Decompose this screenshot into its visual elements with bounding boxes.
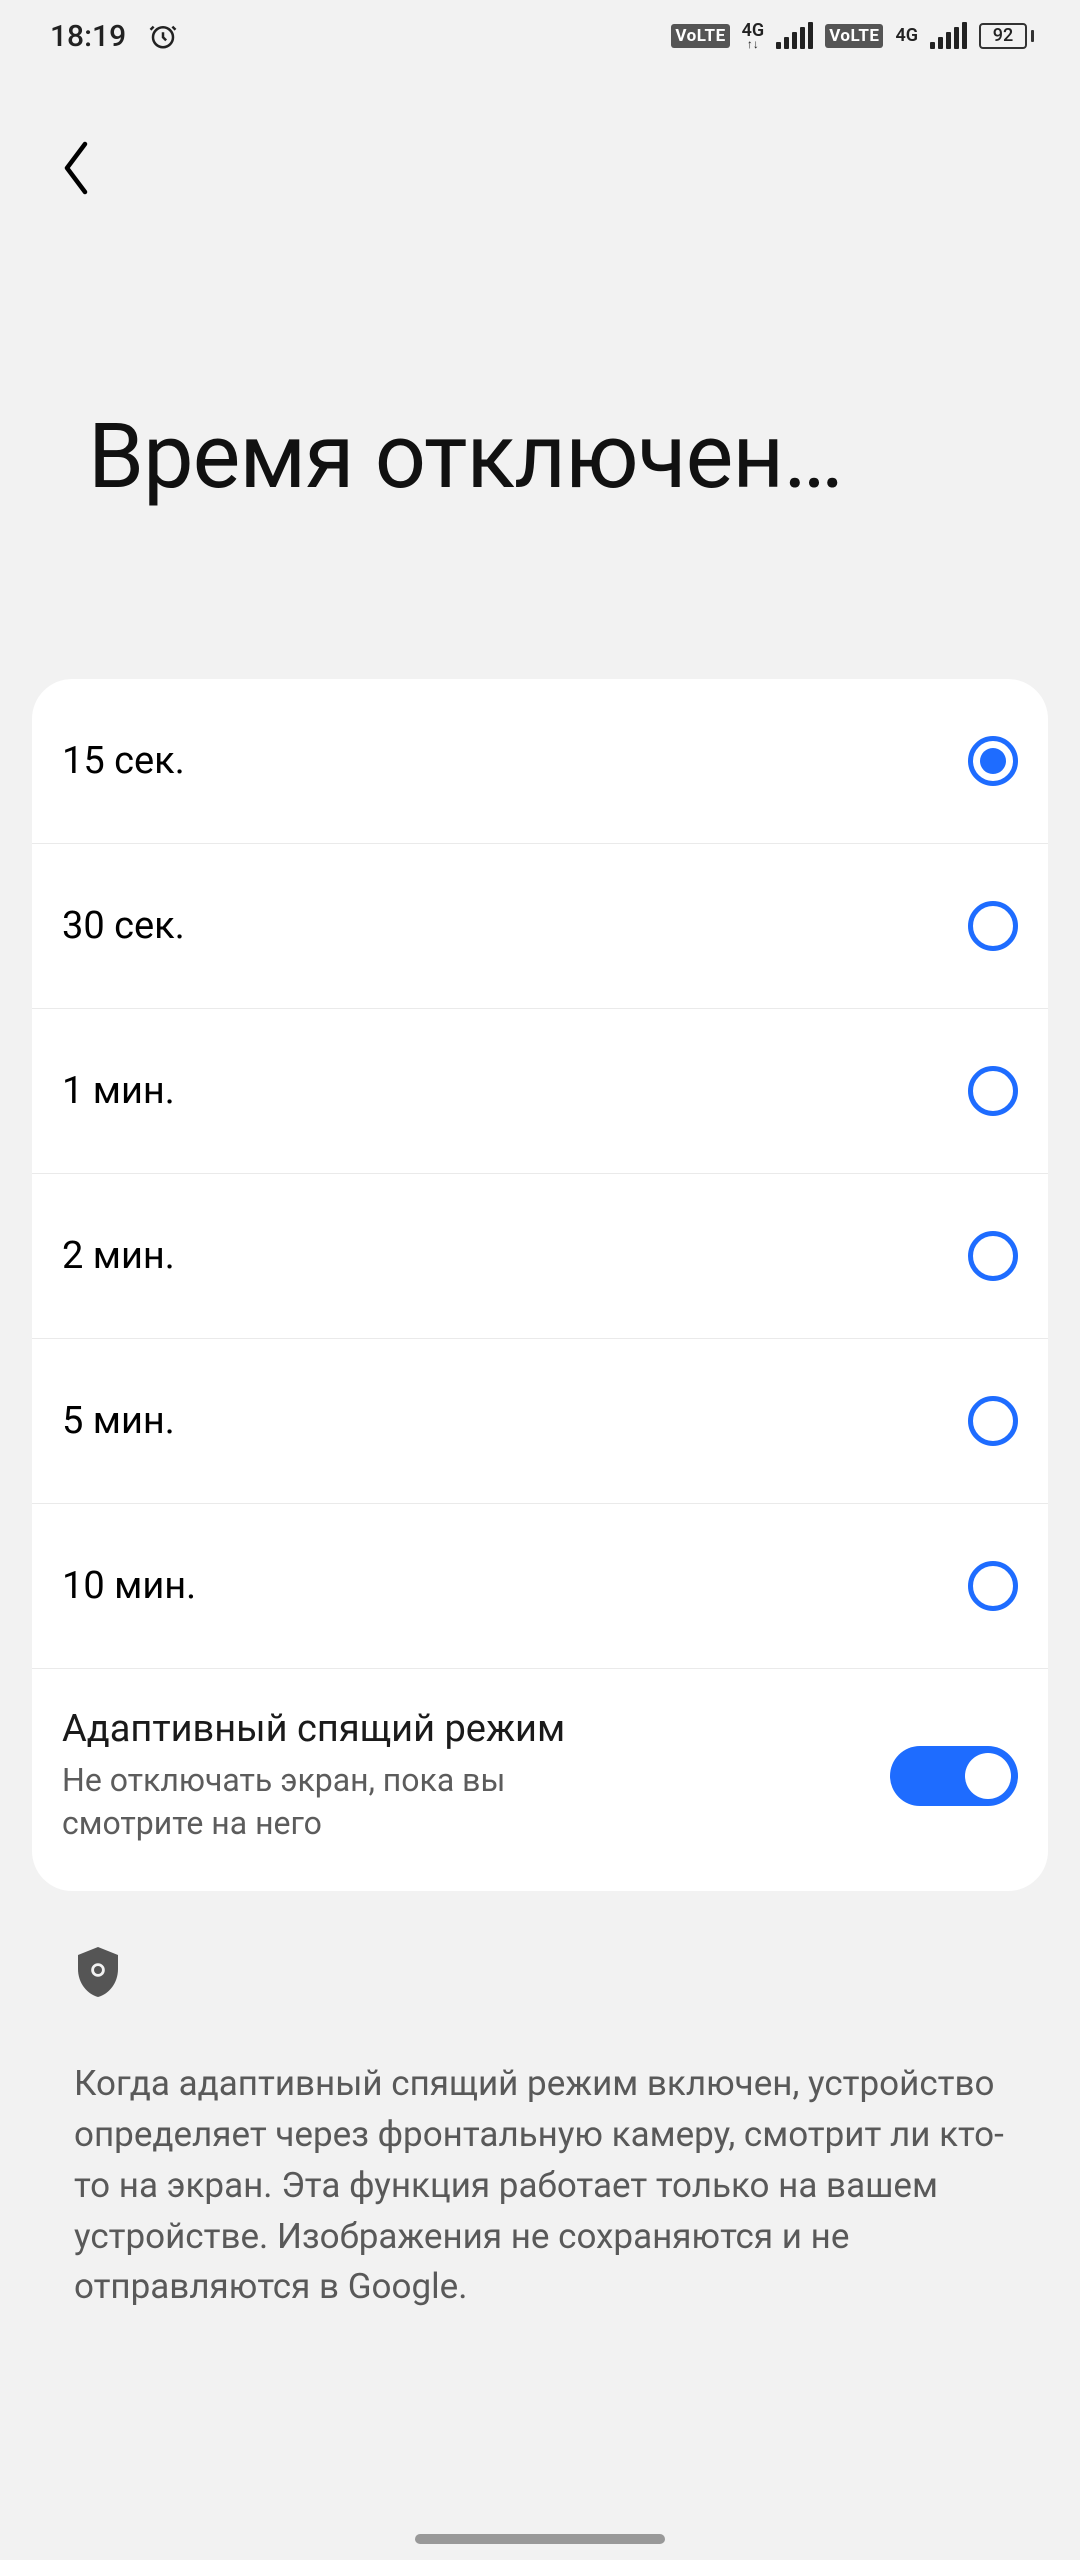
radio-option-5m[interactable]: 5 мин. <box>32 1339 1048 1504</box>
info-text: Когда адаптивный спящий режим включен, у… <box>74 2059 1006 2313</box>
radio-icon <box>968 736 1018 786</box>
adaptive-sleep-switch[interactable] <box>890 1746 1018 1806</box>
radio-label: 10 мин. <box>62 1564 196 1608</box>
radio-option-2m[interactable]: 2 мин. <box>32 1174 1048 1339</box>
adaptive-sleep-subtitle: Не отключать экран, пока вы смотрите на … <box>62 1759 582 1845</box>
status-right: VoLTE 4G ↑↓ VoLTE 4G 92 <box>671 23 1034 50</box>
info-section: Когда адаптивный спящий режим включен, у… <box>0 1891 1080 2313</box>
status-left: 18:19 <box>50 19 178 54</box>
status-bar: 18:19 VoLTE 4G ↑↓ VoLTE 4G 92 <box>0 0 1080 72</box>
status-time: 18:19 <box>50 19 126 54</box>
radio-label: 5 мин. <box>62 1399 175 1443</box>
radio-option-10m[interactable]: 10 мин. <box>32 1504 1048 1669</box>
signal-icon-1 <box>776 23 813 49</box>
nav-bar-pill[interactable] <box>415 2534 665 2544</box>
network-4g-2: 4G <box>895 28 918 44</box>
battery-icon: 92 <box>979 23 1034 49</box>
volte-icon-2: VoLTE <box>825 24 883 48</box>
radio-icon <box>968 1231 1018 1281</box>
radio-label: 2 мин. <box>62 1234 175 1278</box>
adaptive-sleep-text: Адаптивный спящий режим Не отключать экр… <box>62 1707 582 1845</box>
radio-option-15s[interactable]: 15 сек. <box>32 679 1048 844</box>
volte-icon-1: VoLTE <box>671 24 729 48</box>
battery-level: 92 <box>993 25 1013 46</box>
alarm-icon <box>148 21 178 51</box>
radio-label: 30 сек. <box>62 904 185 948</box>
network-4g-1: 4G ↑↓ <box>742 23 765 50</box>
adaptive-sleep-title: Адаптивный спящий режим <box>62 1707 582 1751</box>
radio-icon <box>968 901 1018 951</box>
network-label-2: 4G <box>895 28 918 44</box>
radio-icon <box>968 1396 1018 1446</box>
signal-icon-2 <box>930 23 967 49</box>
page-title: Время отключен… <box>88 404 992 509</box>
radio-icon <box>968 1561 1018 1611</box>
privacy-shield-icon <box>74 1945 1006 1999</box>
options-card: 15 сек. 30 сек. 1 мин. 2 мин. 5 мин. 10 … <box>32 679 1048 1891</box>
app-bar <box>0 72 1080 264</box>
radio-option-1m[interactable]: 1 мин. <box>32 1009 1048 1174</box>
back-icon[interactable] <box>58 138 94 198</box>
radio-label: 1 мин. <box>62 1069 175 1113</box>
radio-icon <box>968 1066 1018 1116</box>
title-region: Время отключен… <box>0 264 1080 679</box>
radio-label: 15 сек. <box>62 739 185 783</box>
adaptive-sleep-row[interactable]: Адаптивный спящий режим Не отключать экр… <box>32 1669 1048 1891</box>
radio-option-30s[interactable]: 30 сек. <box>32 844 1048 1009</box>
